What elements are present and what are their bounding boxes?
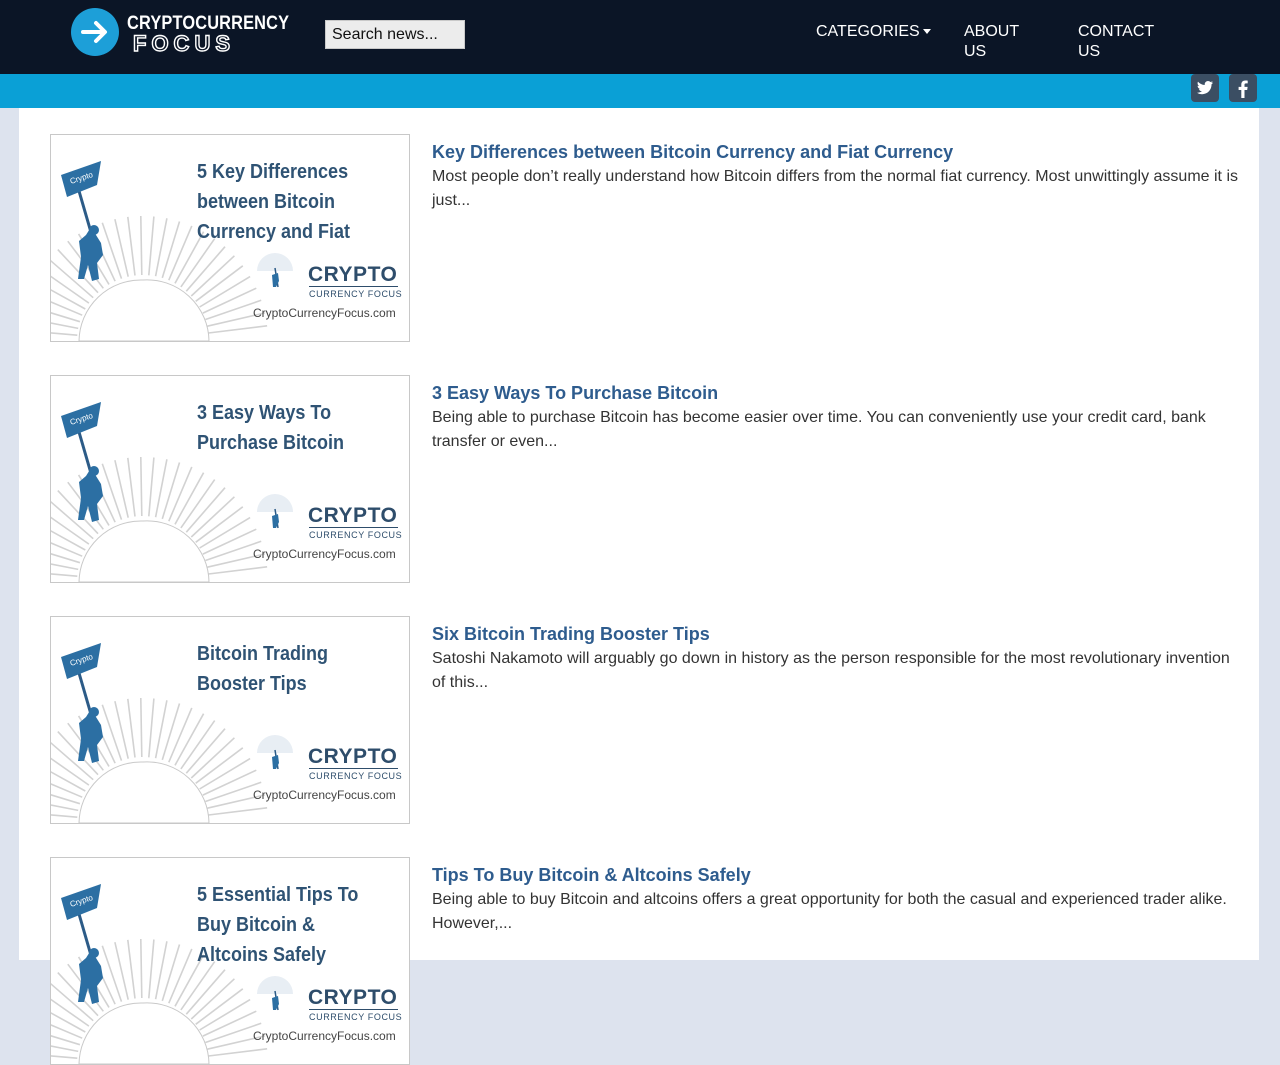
thumbnail-url: CryptoCurrencyFocus.com: [253, 1029, 396, 1043]
thumbnail-url: CryptoCurrencyFocus.com: [253, 306, 396, 320]
post-excerpt: Satoshi Nakamoto will arguably go down i…: [432, 650, 1230, 691]
thumbnail-url: CryptoCurrencyFocus.com: [253, 788, 396, 802]
post-list: Crypto 5 Key Differences between Bitcoin…: [19, 108, 1259, 1065]
post-title-link[interactable]: Key Differences between Bitcoin Currency…: [432, 142, 953, 163]
nav-about-us[interactable]: ABOUT US: [964, 22, 1034, 62]
post-item-1: Crypto 5 Key Differences between Bitcoin…: [19, 134, 1259, 342]
thumbnail-title: 5 Key Differences between Bitcoin Curren…: [197, 161, 351, 243]
post-excerpt: Being able to purchase Bitcoin has becom…: [432, 409, 1206, 450]
caret-down-icon: [922, 29, 931, 35]
thumbnail-brand-sub: CURRENCY FOCUS: [309, 771, 403, 781]
thumbnail-brand-rule: [309, 1009, 398, 1010]
post-thumbnail[interactable]: Crypto 3 Easy Ways To Purchase Bitcoin C…: [50, 375, 410, 583]
post-thumbnail[interactable]: Crypto 5 Essential Tips To Buy Bitcoin &…: [50, 857, 410, 1065]
thumbnail-brand-rule: [309, 527, 398, 528]
site-logo[interactable]: CRYPTOCURRENCY FOCUS: [71, 8, 289, 57]
thumbnail-brand-sub: CURRENCY FOCUS: [309, 1012, 403, 1022]
twitter-icon[interactable]: [1191, 74, 1219, 102]
post-title-link[interactable]: Six Bitcoin Trading Booster Tips: [432, 624, 710, 645]
nav-categories-label: CATEGORIES: [816, 23, 920, 40]
accent-bar: [0, 74, 1280, 108]
thumbnail-url: CryptoCurrencyFocus.com: [253, 547, 396, 561]
post-thumbnail[interactable]: Crypto 5 Key Differences between Bitcoin…: [50, 134, 410, 342]
thumbnail-title: Bitcoin Trading Booster Tips: [197, 643, 329, 695]
thumbnail-title: 3 Easy Ways To Purchase Bitcoin: [197, 402, 345, 454]
nav-contact-us[interactable]: CONTACT US: [1078, 22, 1168, 62]
thumbnail-title: 5 Essential Tips To Buy Bitcoin & Altcoi…: [197, 884, 359, 966]
post-excerpt: Most people don’t really understand how …: [432, 168, 1238, 209]
post-item-4: Crypto 5 Essential Tips To Buy Bitcoin &…: [19, 857, 1259, 1065]
post-title-link[interactable]: 3 Easy Ways To Purchase Bitcoin: [432, 383, 718, 404]
thumbnail-brand-rule: [309, 286, 398, 287]
post-item-2: Crypto 3 Easy Ways To Purchase Bitcoin C…: [19, 375, 1259, 583]
thumbnail-brand: CRYPTO: [308, 504, 398, 527]
post-thumbnail[interactable]: Crypto Bitcoin Trading Booster Tips CRYP…: [50, 616, 410, 824]
site-header: CRYPTOCURRENCY FOCUS CATEGORIES ABOUT US…: [0, 0, 1280, 74]
search-input[interactable]: [325, 20, 465, 49]
thumbnail-brand-rule: [309, 768, 398, 769]
post-item-3: Crypto Bitcoin Trading Booster Tips CRYP…: [19, 616, 1259, 824]
nav-categories[interactable]: CATEGORIES: [816, 22, 931, 42]
thumbnail-brand: CRYPTO: [308, 263, 398, 286]
post-excerpt: Being able to buy Bitcoin and altcoins o…: [432, 891, 1227, 932]
facebook-icon[interactable]: [1229, 74, 1257, 102]
thumbnail-brand: CRYPTO: [308, 745, 398, 768]
arrow-right-icon: [71, 8, 119, 56]
thumbnail-brand: CRYPTO: [308, 986, 398, 1009]
logo-text-secondary: FOCUS: [132, 30, 235, 56]
post-title-link[interactable]: Tips To Buy Bitcoin & Altcoins Safely: [432, 865, 751, 886]
thumbnail-brand-sub: CURRENCY FOCUS: [309, 289, 403, 299]
thumbnail-brand-sub: CURRENCY FOCUS: [309, 530, 403, 540]
